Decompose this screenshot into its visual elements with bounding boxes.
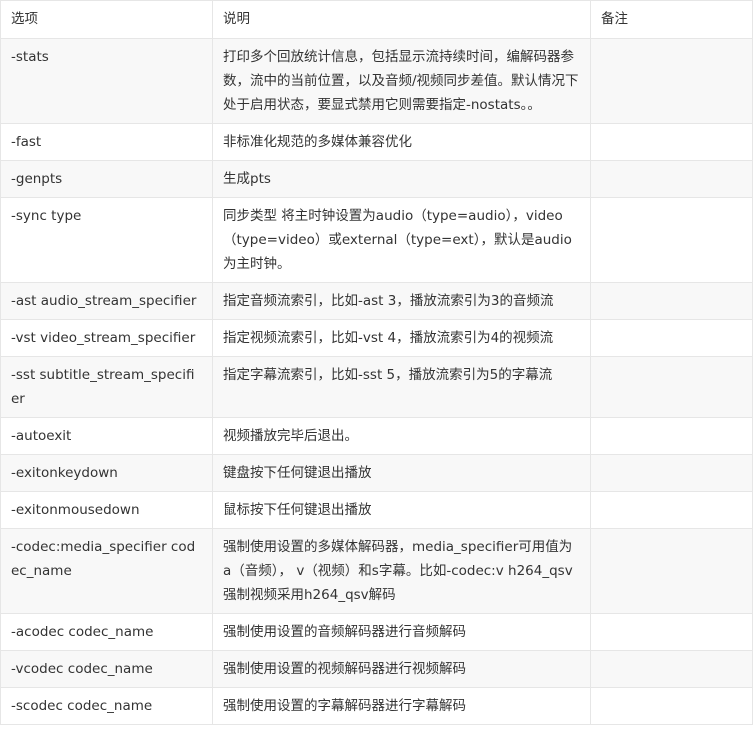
note-cell: [590, 282, 753, 320]
header-option: 选项: [0, 0, 213, 39]
note-cell: [590, 197, 753, 283]
option-cell: -stats: [0, 38, 213, 124]
description-cell: 指定视频流索引，比如-vst 4，播放流索引为4的视频流: [212, 319, 591, 357]
description-cell: 强制使用设置的多媒体解码器，media_specifier可用值为a（音频）， …: [212, 528, 591, 614]
option-cell: -codec:media_specifier codec_name: [0, 528, 213, 614]
option-cell: -sync type: [0, 197, 213, 283]
option-cell: -autoexit: [0, 417, 213, 455]
table-row: -acodec codec_name 强制使用设置的音频解码器进行音频解码: [0, 613, 753, 651]
option-cell: -vst video_stream_specifier: [0, 319, 213, 357]
table-row: -codec:media_specifier codec_name 强制使用设置…: [0, 528, 753, 614]
table-row: -stats 打印多个回放统计信息，包括显示流持续时间，编解码器参数，流中的当前…: [0, 38, 753, 124]
description-cell: 强制使用设置的音频解码器进行音频解码: [212, 613, 591, 651]
table-row: -autoexit 视频播放完毕后退出。: [0, 417, 753, 455]
note-cell: [590, 650, 753, 688]
description-cell: 同步类型 将主时钟设置为audio（type=audio），video（type…: [212, 197, 591, 283]
table-header-row: 选项 说明 备注: [0, 0, 753, 39]
table-row: -fast 非标准化规范的多媒体兼容优化: [0, 123, 753, 161]
description-cell: 强制使用设置的视频解码器进行视频解码: [212, 650, 591, 688]
options-table: 选项 说明 备注 -stats 打印多个回放统计信息，包括显示流持续时间，编解码…: [0, 0, 753, 725]
option-cell: -scodec codec_name: [0, 687, 213, 725]
option-cell: -exitonkeydown: [0, 454, 213, 492]
header-note: 备注: [590, 0, 753, 39]
note-cell: [590, 356, 753, 418]
note-cell: [590, 528, 753, 614]
option-cell: -fast: [0, 123, 213, 161]
description-cell: 打印多个回放统计信息，包括显示流持续时间，编解码器参数，流中的当前位置，以及音频…: [212, 38, 591, 124]
table-row: -ast audio_stream_specifier 指定音频流索引，比如-a…: [0, 282, 753, 320]
table-row: -sync type 同步类型 将主时钟设置为audio（type=audio）…: [0, 197, 753, 283]
description-cell: 键盘按下任何键退出播放: [212, 454, 591, 492]
note-cell: [590, 417, 753, 455]
note-cell: [590, 613, 753, 651]
option-cell: -sst subtitle_stream_specifier: [0, 356, 213, 418]
option-cell: -acodec codec_name: [0, 613, 213, 651]
description-cell: 视频播放完毕后退出。: [212, 417, 591, 455]
header-description: 说明: [212, 0, 591, 39]
note-cell: [590, 123, 753, 161]
description-cell: 生成pts: [212, 160, 591, 198]
option-cell: -vcodec codec_name: [0, 650, 213, 688]
note-cell: [590, 319, 753, 357]
note-cell: [590, 491, 753, 529]
option-cell: -ast audio_stream_specifier: [0, 282, 213, 320]
option-cell: -genpts: [0, 160, 213, 198]
description-cell: 鼠标按下任何键退出播放: [212, 491, 591, 529]
note-cell: [590, 160, 753, 198]
table-row: -genpts 生成pts: [0, 160, 753, 198]
table-row: -vst video_stream_specifier 指定视频流索引，比如-v…: [0, 319, 753, 357]
description-cell: 指定字幕流索引，比如-sst 5，播放流索引为5的字幕流: [212, 356, 591, 418]
description-cell: 指定音频流索引，比如-ast 3，播放流索引为3的音频流: [212, 282, 591, 320]
description-cell: 强制使用设置的字幕解码器进行字幕解码: [212, 687, 591, 725]
note-cell: [590, 454, 753, 492]
description-cell: 非标准化规范的多媒体兼容优化: [212, 123, 591, 161]
table-row: -exitonkeydown 键盘按下任何键退出播放: [0, 454, 753, 492]
table-row: -exitonmousedown 鼠标按下任何键退出播放: [0, 491, 753, 529]
note-cell: [590, 687, 753, 725]
table-row: -vcodec codec_name 强制使用设置的视频解码器进行视频解码: [0, 650, 753, 688]
note-cell: [590, 38, 753, 124]
table-row: -sst subtitle_stream_specifier 指定字幕流索引，比…: [0, 356, 753, 418]
table-row: -scodec codec_name 强制使用设置的字幕解码器进行字幕解码: [0, 687, 753, 725]
option-cell: -exitonmousedown: [0, 491, 213, 529]
